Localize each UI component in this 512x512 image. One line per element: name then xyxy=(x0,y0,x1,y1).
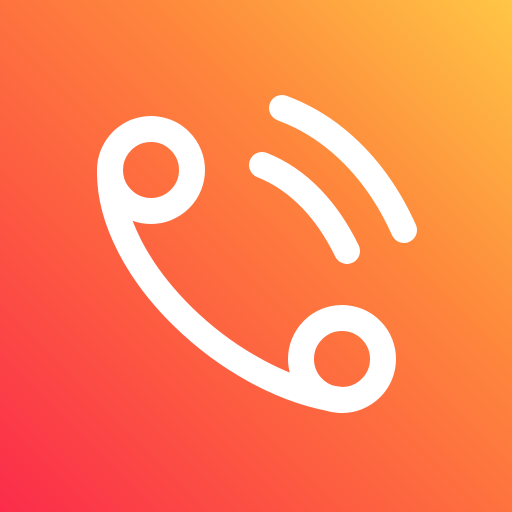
app-icon[interactable] xyxy=(0,0,512,512)
signal-wave-outer xyxy=(269,95,417,243)
signal-wave-inner xyxy=(249,152,360,264)
phone-call-icon xyxy=(96,95,417,413)
